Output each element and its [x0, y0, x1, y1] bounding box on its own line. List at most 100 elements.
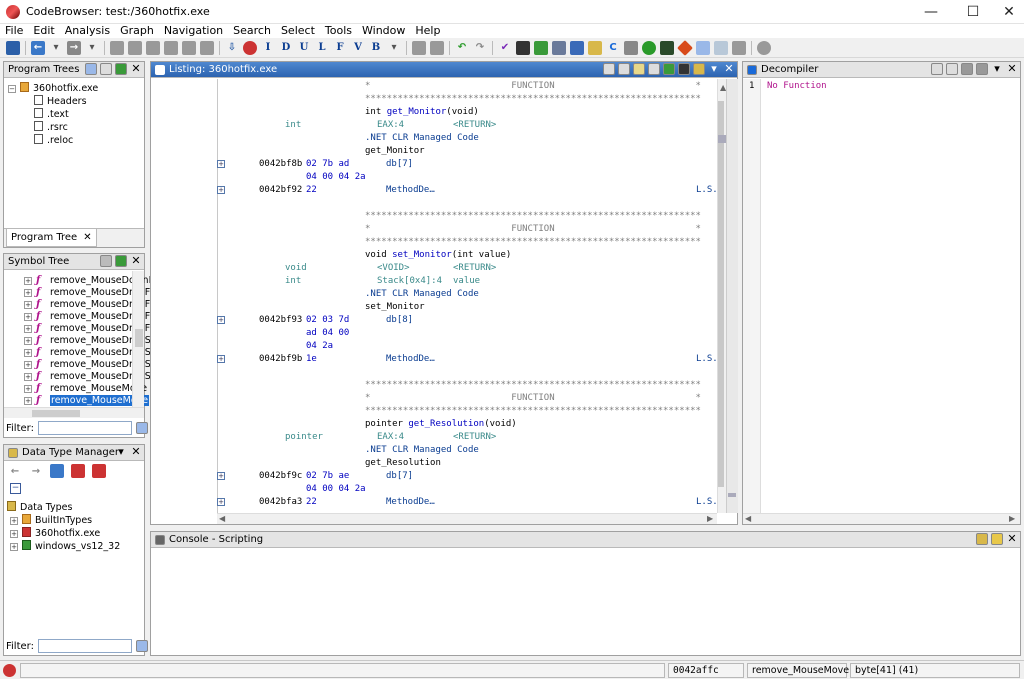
- expand-icon[interactable]: +: [10, 517, 18, 525]
- menu-analysis[interactable]: Analysis: [60, 24, 115, 38]
- filter-options-icon[interactable]: [135, 422, 148, 434]
- data-letter-icon[interactable]: D: [279, 41, 293, 55]
- console-icon[interactable]: [660, 40, 674, 55]
- copy-icon[interactable]: [946, 63, 958, 75]
- dtm-item-program[interactable]: +360hotfix.exe: [10, 527, 100, 540]
- run-icon[interactable]: [642, 40, 656, 55]
- menu-help[interactable]: Help: [410, 24, 445, 38]
- cursor-select-icon[interactable]: [633, 63, 645, 75]
- tab-close-icon[interactable]: ✕: [83, 232, 91, 243]
- function-name[interactable]: set_Monitor: [392, 250, 452, 260]
- nav-undefined-icon[interactable]: [146, 40, 160, 55]
- back-dropdown-icon[interactable]: ▾: [49, 41, 63, 55]
- help-icon[interactable]: [757, 40, 771, 55]
- menu-dropdown-icon[interactable]: ▾: [708, 63, 720, 75]
- function-signature[interactable]: void set_Monitor(int value): [365, 249, 511, 262]
- menu-navigation[interactable]: Navigation: [159, 24, 228, 38]
- menu-edit[interactable]: Edit: [28, 24, 59, 38]
- undo-icon[interactable]: ↶: [455, 41, 469, 55]
- window-icon[interactable]: [714, 40, 728, 55]
- close-icon[interactable]: ✕: [723, 63, 735, 75]
- expand-icon[interactable]: +: [24, 337, 32, 345]
- strings-icon[interactable]: [588, 40, 602, 55]
- symbol-tree-vscrollbar[interactable]: [132, 271, 144, 407]
- paste-icon[interactable]: [430, 40, 444, 55]
- nav-prev-instruction-icon[interactable]: [110, 40, 124, 55]
- archive-icon[interactable]: [50, 464, 64, 478]
- header-menu-icon[interactable]: [693, 63, 705, 75]
- scroll-left-icon[interactable]: ◀: [745, 514, 751, 523]
- snapshot-icon[interactable]: [678, 63, 690, 75]
- symbol-filter-input[interactable]: [37, 421, 132, 435]
- expand-icon[interactable]: +: [24, 289, 32, 297]
- bytes-view-icon[interactable]: [516, 40, 530, 55]
- listing-body[interactable]: * FUNCTION * ****************************…: [151, 79, 717, 513]
- bookmark-diamond-icon[interactable]: [677, 39, 693, 56]
- tree-view-icon[interactable]: [100, 63, 112, 75]
- close-button[interactable]: ✕: [986, 0, 1024, 24]
- expand-icon[interactable]: +: [217, 316, 225, 324]
- memory-map-icon[interactable]: [552, 40, 566, 55]
- listing-hscrollbar[interactable]: ◀ ▶: [217, 513, 717, 524]
- export-icon[interactable]: [961, 63, 973, 75]
- new-tree-icon[interactable]: [85, 63, 97, 75]
- function-name[interactable]: get_Resolution: [408, 419, 484, 429]
- table-icon[interactable]: [696, 40, 710, 55]
- scroll-left-icon[interactable]: ◀: [219, 514, 225, 523]
- menu-graph[interactable]: Graph: [115, 24, 159, 38]
- nav-function-icon[interactable]: [182, 40, 196, 55]
- expand-icon[interactable]: +: [10, 543, 18, 551]
- clear-console-icon[interactable]: [991, 533, 1003, 545]
- checkmark-icon[interactable]: ✔: [498, 41, 512, 55]
- save-icon[interactable]: [6, 40, 20, 55]
- menu-select[interactable]: Select: [276, 24, 320, 38]
- tree-item-text[interactable]: .text: [34, 108, 69, 121]
- instruction-letter-icon[interactable]: I: [261, 41, 275, 55]
- undefined-letter-icon[interactable]: U: [297, 41, 311, 55]
- dtm-root[interactable]: Data Types: [7, 501, 72, 514]
- copy-icon[interactable]: [603, 63, 615, 75]
- paste-icon[interactable]: [618, 63, 630, 75]
- expand-icon[interactable]: +: [217, 498, 225, 506]
- dtm-item-windows[interactable]: + windows_vs12_32: [10, 540, 120, 553]
- navigate-icon[interactable]: [115, 255, 127, 267]
- create-namespace-icon[interactable]: [100, 255, 112, 267]
- menu-dropdown-icon[interactable]: ▾: [991, 63, 1003, 75]
- filter-pointers-icon[interactable]: [71, 464, 85, 478]
- refresh-icon[interactable]: [931, 63, 943, 75]
- ghidra-status-icon[interactable]: [3, 664, 16, 677]
- lock-icon[interactable]: [976, 533, 988, 545]
- expand-icon[interactable]: +: [24, 373, 32, 381]
- navigate-icon[interactable]: [115, 63, 127, 75]
- forward-dropdown-icon[interactable]: ▾: [85, 41, 99, 55]
- forward-arrow-icon[interactable]: →: [67, 40, 81, 55]
- menu-window[interactable]: Window: [357, 24, 410, 38]
- close-icon[interactable]: ✕: [1006, 533, 1018, 545]
- redo-icon[interactable]: ↷: [473, 41, 487, 55]
- list-item-selected[interactable]: + ƒ remove_MouseMove: [24, 394, 150, 407]
- expand-icon[interactable]: +: [24, 301, 32, 309]
- function-signature[interactable]: pointer get_Resolution(void): [365, 418, 517, 431]
- collapse-icon[interactable]: −: [8, 85, 16, 93]
- decompile-icon[interactable]: C: [606, 41, 620, 55]
- script-manager-icon[interactable]: [624, 40, 638, 55]
- close-icon[interactable]: ✕: [1006, 63, 1018, 75]
- copy-icon[interactable]: [412, 40, 426, 55]
- nav-bookmark-icon[interactable]: [200, 40, 214, 55]
- back-arrow-icon[interactable]: ←: [8, 464, 22, 478]
- filter-options-icon[interactable]: [135, 640, 148, 652]
- menu-file[interactable]: File: [0, 24, 28, 38]
- menu-dropdown-icon[interactable]: ▾: [115, 446, 127, 458]
- scroll-right-icon[interactable]: ▶: [707, 514, 713, 523]
- bytes-letter-icon[interactable]: B: [369, 41, 383, 55]
- close-icon[interactable]: ✕: [130, 255, 142, 267]
- function-graph-icon[interactable]: [534, 40, 548, 55]
- expand-icon[interactable]: +: [24, 385, 32, 393]
- expand-icon[interactable]: +: [24, 277, 32, 285]
- home-icon[interactable]: [732, 40, 746, 55]
- decompiler-hscrollbar[interactable]: ◀ ▶: [743, 513, 1020, 524]
- close-icon[interactable]: ✕: [130, 63, 142, 75]
- expand-icon[interactable]: +: [24, 361, 32, 369]
- minimize-button[interactable]: —: [908, 0, 954, 24]
- expand-icon[interactable]: +: [24, 349, 32, 357]
